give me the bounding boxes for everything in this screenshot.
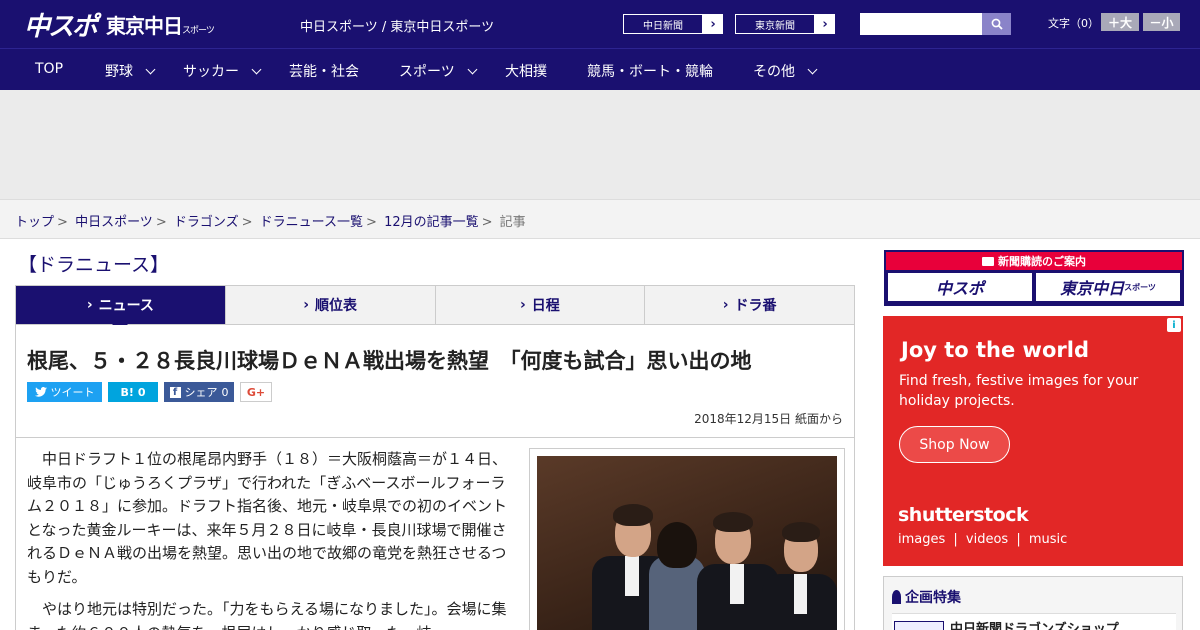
article-paragraph: 中日ドラフト１位の根尾昂内野手（１８）＝大阪桐蔭高＝が１４日、岐阜市の「じゅうろ… [27, 450, 508, 586]
font-larger-button[interactable]: ＋大 [1101, 13, 1139, 31]
ad-info-icon[interactable]: i [1167, 318, 1181, 332]
chevron-down-icon [467, 64, 478, 74]
hatena-b-icon: B! [120, 385, 134, 399]
chevron-right-icon: › [519, 297, 526, 313]
search-icon [991, 18, 1003, 30]
article-paragraph: やはり地元は特別だった。「力をもらえる場になりました」。会場に集まった約６００人… [27, 600, 507, 630]
breadcrumb-december[interactable]: 12月の記事一覧 [384, 215, 479, 230]
subscription-box: 新聞購読のご案内 中スポ 東京中日 スポーツ [884, 250, 1184, 306]
breadcrumb-dora-news[interactable]: ドラニュース一覧 [260, 215, 363, 230]
article-body: 中日ドラフト１位の根尾昂内野手（１８）＝大阪桐蔭高＝が１４日、岐阜市の「じゅうろ… [15, 438, 855, 630]
article-photo[interactable] [537, 456, 837, 630]
news-tabs: › ニュース › 順位表 › 日程 › ドラ番 [15, 285, 855, 332]
tab-schedule[interactable]: › 日程 [436, 286, 646, 324]
ad-headline: Joy to the world [901, 338, 1089, 362]
nav-keiba[interactable]: 競馬・ボート・競輪 [587, 61, 713, 81]
nav-other[interactable]: その他 [753, 61, 818, 81]
search-button[interactable] [982, 13, 1011, 35]
tweet-button[interactable]: ツイート [27, 382, 102, 402]
nav-baseball[interactable]: 野球 [105, 61, 156, 81]
chevron-down-icon [251, 64, 262, 74]
ribbon-icon [892, 590, 901, 604]
chevron-down-icon [807, 64, 818, 74]
section-title: 【ドラニュース】 [18, 254, 170, 276]
logo-tokyo-chunichi: 東京中日スポーツ [106, 13, 215, 38]
tab-dora-ban[interactable]: › ドラ番 [645, 286, 854, 324]
subscribe-tokyo-chunichi-button[interactable]: 東京中日 スポーツ [1036, 273, 1180, 301]
article-headline: 根尾、５・２８長良川球場ＤｅＮＡ戦出場を熱望 「何度も試合」思い出の地 [27, 349, 752, 373]
feature-thumbnail [894, 621, 944, 630]
feature-box: 企画特集 中日新聞ドラゴンズショップ [883, 576, 1183, 630]
font-smaller-button[interactable]: －小 [1143, 13, 1180, 31]
chevron-right-icon: › [86, 297, 93, 313]
facebook-share-button[interactable]: f シェア 0 [164, 382, 234, 402]
facebook-icon: f [169, 386, 181, 398]
chunichi-shimbun-link[interactable]: 中日新聞 › [622, 13, 724, 35]
nav-soccer[interactable]: サッカー [183, 61, 262, 81]
nav-sumo[interactable]: 大相撲 [505, 61, 547, 81]
subscription-title: 新聞購読のご案内 [886, 252, 1182, 270]
google-plus-icon: G+ [246, 385, 266, 399]
font-size-label: 文字（0） [1048, 17, 1099, 30]
chevron-right-icon: › [303, 297, 310, 313]
logo-chuspo: 中スポ [24, 11, 98, 42]
subscribe-chuspo-button[interactable]: 中スポ [888, 273, 1032, 301]
breadcrumb-chunichi-sports[interactable]: 中日スポーツ [75, 215, 153, 230]
sidebar-ad[interactable]: i Joy to the world Find fresh, festive i… [883, 316, 1183, 566]
breadcrumb-top[interactable]: トップ [15, 215, 54, 230]
chevron-down-icon [145, 64, 156, 74]
nav-entertainment[interactable]: 芸能・社会 [289, 61, 359, 81]
nav-sports[interactable]: スポーツ [399, 61, 478, 81]
article-header: 根尾、５・２８長良川球場ＤｅＮＡ戦出場を熱望 「何度も試合」思い出の地 ツイート… [15, 325, 855, 438]
site-logo[interactable]: 中スポ 東京中日スポーツ [24, 8, 215, 42]
breadcrumb-current: 記事 [499, 215, 526, 230]
feature-title: 企画特集 [892, 587, 961, 607]
google-plus-button[interactable]: G+ [240, 382, 272, 402]
article-photo-frame [529, 448, 845, 630]
site-label[interactable]: 中日スポーツ / 東京中日スポーツ [300, 16, 494, 35]
share-buttons: ツイート B! 0 f シェア 0 G+ [27, 382, 272, 402]
tab-news[interactable]: › ニュース [16, 286, 226, 332]
newspaper-icon [982, 256, 994, 266]
tokyo-shimbun-link[interactable]: 東京新聞 › [734, 13, 836, 35]
ad-brand-subline: images | videos | music [898, 532, 1068, 547]
chevron-right-icon: › [710, 16, 716, 32]
hatena-bookmark-button[interactable]: B! 0 [108, 382, 158, 402]
tab-standings[interactable]: › 順位表 [226, 286, 436, 324]
ad-text: Find fresh, festive images for your holi… [899, 373, 1139, 409]
ad-shop-now-button[interactable]: Shop Now [899, 426, 1010, 463]
breadcrumb-dragons[interactable]: ドラゴンズ [174, 215, 239, 230]
search-input[interactable] [860, 13, 982, 35]
breadcrumb: トップ > 中日スポーツ > ドラゴンズ > ドラニュース一覧 > 12月の記事一覧 > … [0, 200, 1200, 239]
top-ad-banner [0, 90, 1200, 200]
chevron-right-icon: › [722, 297, 729, 313]
article-date: 2018年12月15日 紙面から [694, 412, 843, 426]
ad-brand-logo: shutterstock [898, 504, 1029, 526]
nav-top[interactable]: TOP [35, 61, 63, 77]
main-nav: TOP 野球 サッカー 芸能・社会 スポーツ 大相撲 競馬・ボート・競輪 その他 [0, 48, 1200, 90]
twitter-bird-icon [34, 387, 47, 397]
chevron-right-icon: › [822, 16, 828, 32]
site-header: 中スポ 東京中日スポーツ 中日スポーツ / 東京中日スポーツ 中日新聞 › 東京… [0, 0, 1200, 48]
